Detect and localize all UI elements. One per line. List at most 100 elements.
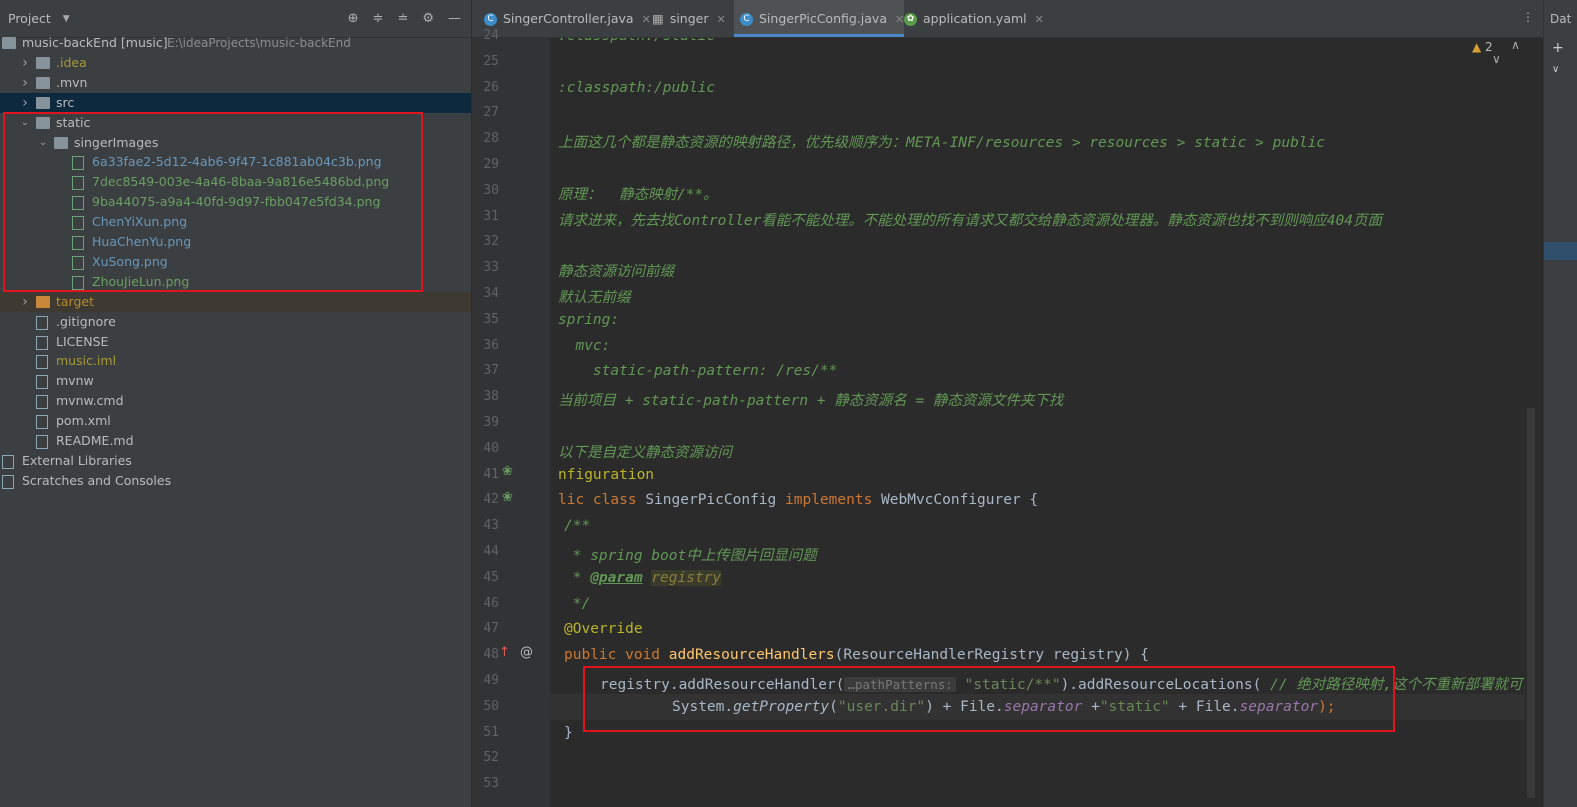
code-line: 请求进来，先去找Controller看能不能处理。不能处理的所有请求又都交给静态… [558,209,1382,230]
code-token: lic class [558,492,646,509]
right-tool-strip: Dat + ∨ [1543,0,1577,807]
code-line: mvc: [558,338,610,354]
editor-tab-bar: C SingerController.java ✕ ▦ singer ✕ C Singer… [472,0,1577,38]
code-token: 当前项目 + static-path-pattern + 静态资源名 = 静态资… [558,393,1064,410]
highlight-box-resource-handler [583,666,1395,732]
code-token: implements [785,492,882,509]
side-selection [1544,242,1577,260]
folder-icon [36,96,50,109]
tree-item-label: .gitignore [56,313,116,329]
tree-item[interactable]: ⌄music-backEnd [music]E:\ideaProjects\mu… [0,33,471,53]
close-icon[interactable]: ✕ [895,13,904,26]
tree-item[interactable]: › .idea [0,53,471,73]
chevron-right-icon[interactable]: › [20,53,30,73]
tab-list-icon[interactable]: ⋮ [1522,10,1534,24]
line-number: 51 [483,724,499,740]
code-token: SingerPicConfig [645,492,785,509]
line-number: 24 [483,28,499,43]
bean-icon[interactable]: ❀ [502,464,513,479]
code-line: 上面这几个都是静态资源的映射路径，优先级顺序为：META-INF/resourc… [558,131,1325,152]
locate-icon[interactable]: ⊕ [348,11,359,26]
tab-singer-controller[interactable]: C SingerController.java ✕ [478,0,654,37]
tree-item[interactable]: .gitignore [0,312,471,332]
bean-icon[interactable]: ❀ [502,490,513,505]
tree-item[interactable]: Scratches and Consoles [0,471,471,491]
tab-singer-pic-config[interactable]: C SingerPicConfig.java ✕ [734,0,904,37]
line-number: 28 [483,131,499,147]
line-number: 26 [483,79,499,95]
warning-icon[interactable]: ▲ 2 [1472,40,1493,54]
line-number: 25 [483,53,499,69]
folder-icon [2,37,16,49]
chevron-right-icon[interactable]: › [20,292,30,312]
inspection-nav[interactable]: ∧ ∨ [1492,38,1525,66]
folder-icon [36,56,50,69]
project-panel-title[interactable]: Project [0,11,51,26]
code-token: 请求进来，先去找Controller看能不能处理。不能处理的所有请求又都交给静态… [558,212,1382,229]
database-tool-tab[interactable]: Dat [1550,12,1571,26]
module-path: E:\ideaProjects\music-backEnd [167,36,351,50]
class-icon: C [740,13,753,26]
tree-item[interactable]: External Libraries [0,451,471,471]
close-icon[interactable]: ✕ [716,13,725,26]
scrollbar-thumb[interactable] [1527,408,1535,798]
code-token: */ [564,595,591,612]
code-line: lic class SingerPicConfig implements Web… [558,492,1038,508]
gear-icon[interactable]: ⚙ [422,11,434,26]
tree-item[interactable]: mvnw.cmd [0,391,471,411]
override-icon[interactable]: ↑ [499,645,510,660]
code-token: spring: [558,311,620,328]
tab-application-yaml[interactable]: ✿ application.yaml ✕ [904,0,1044,37]
code-token: 静态资源访问前缀 [558,264,674,281]
chevron-down-icon[interactable]: ▼ [63,14,70,24]
close-icon[interactable]: ✕ [642,13,651,26]
code-editor[interactable]: :classpath:/static:classpath:/public 上面这几… [550,38,1525,807]
tree-item[interactable]: README.md [0,431,471,451]
line-number: 53 [483,776,499,792]
expand-all-icon[interactable]: ≑ [373,11,384,26]
code-line: spring: [558,312,619,328]
editor-scrollbar[interactable] [1525,38,1543,807]
code-line: * @param registry [564,569,722,586]
file-icon [36,355,48,370]
chevron-right-icon[interactable]: › [20,93,30,113]
tree-item-label: README.md [56,433,134,448]
tree-item[interactable]: › src [0,92,471,113]
tree-item[interactable]: LICENSE [0,332,471,352]
code-token: 以下是自定义静态资源访问 [558,444,732,461]
file-icon [36,375,48,390]
code-token: 上面这几个都是静态资源的映射路径，优先级顺序为：META-INF/resourc… [558,135,1326,152]
code-line: nfiguration [558,467,654,483]
add-icon[interactable]: + [1552,40,1564,56]
collapse-all-icon[interactable]: ≐ [397,11,408,26]
tab-singer[interactable]: ▦ singer ✕ [652,0,732,37]
close-icon[interactable]: ✕ [1035,13,1044,26]
code-line: @Override [564,621,643,637]
folder-icon [36,295,50,308]
tree-item[interactable]: music.iml [0,351,471,371]
line-number: 27 [483,105,499,121]
tree-item[interactable]: › target [0,291,471,312]
annotation-icon[interactable]: @ [520,645,533,660]
tree-item-label: Scratches and Consoles [22,472,172,488]
tree-item[interactable]: › .mvn [0,73,471,93]
tree-item-label: mvnw.cmd [56,393,124,409]
tree-item[interactable]: mvnw [0,371,471,391]
code-token: 默认无前缀 [558,290,631,306]
code-line: /** [564,518,590,534]
tree-item-label: music.iml [56,353,117,369]
tree-item-label: External Libraries [22,452,132,468]
code-line: :classpath:/static [558,38,715,44]
code-line: public void addResourceHandlers(Resource… [564,647,1149,663]
code-token: nfiguration [558,466,655,483]
code-token: addResourceHandlers [668,647,835,664]
code-token: 原理： 静态映射/**。 [558,186,718,203]
chevron-down-icon[interactable]: ∨ [1552,64,1559,75]
tree-item[interactable]: pom.xml [0,411,471,431]
minimize-icon[interactable]: — [448,11,461,26]
code-line: } [564,725,573,741]
line-number: 30 [483,182,499,198]
chevron-right-icon[interactable]: › [20,73,30,93]
line-number: 44 [483,544,499,559]
tree-item-label: src [56,94,75,110]
